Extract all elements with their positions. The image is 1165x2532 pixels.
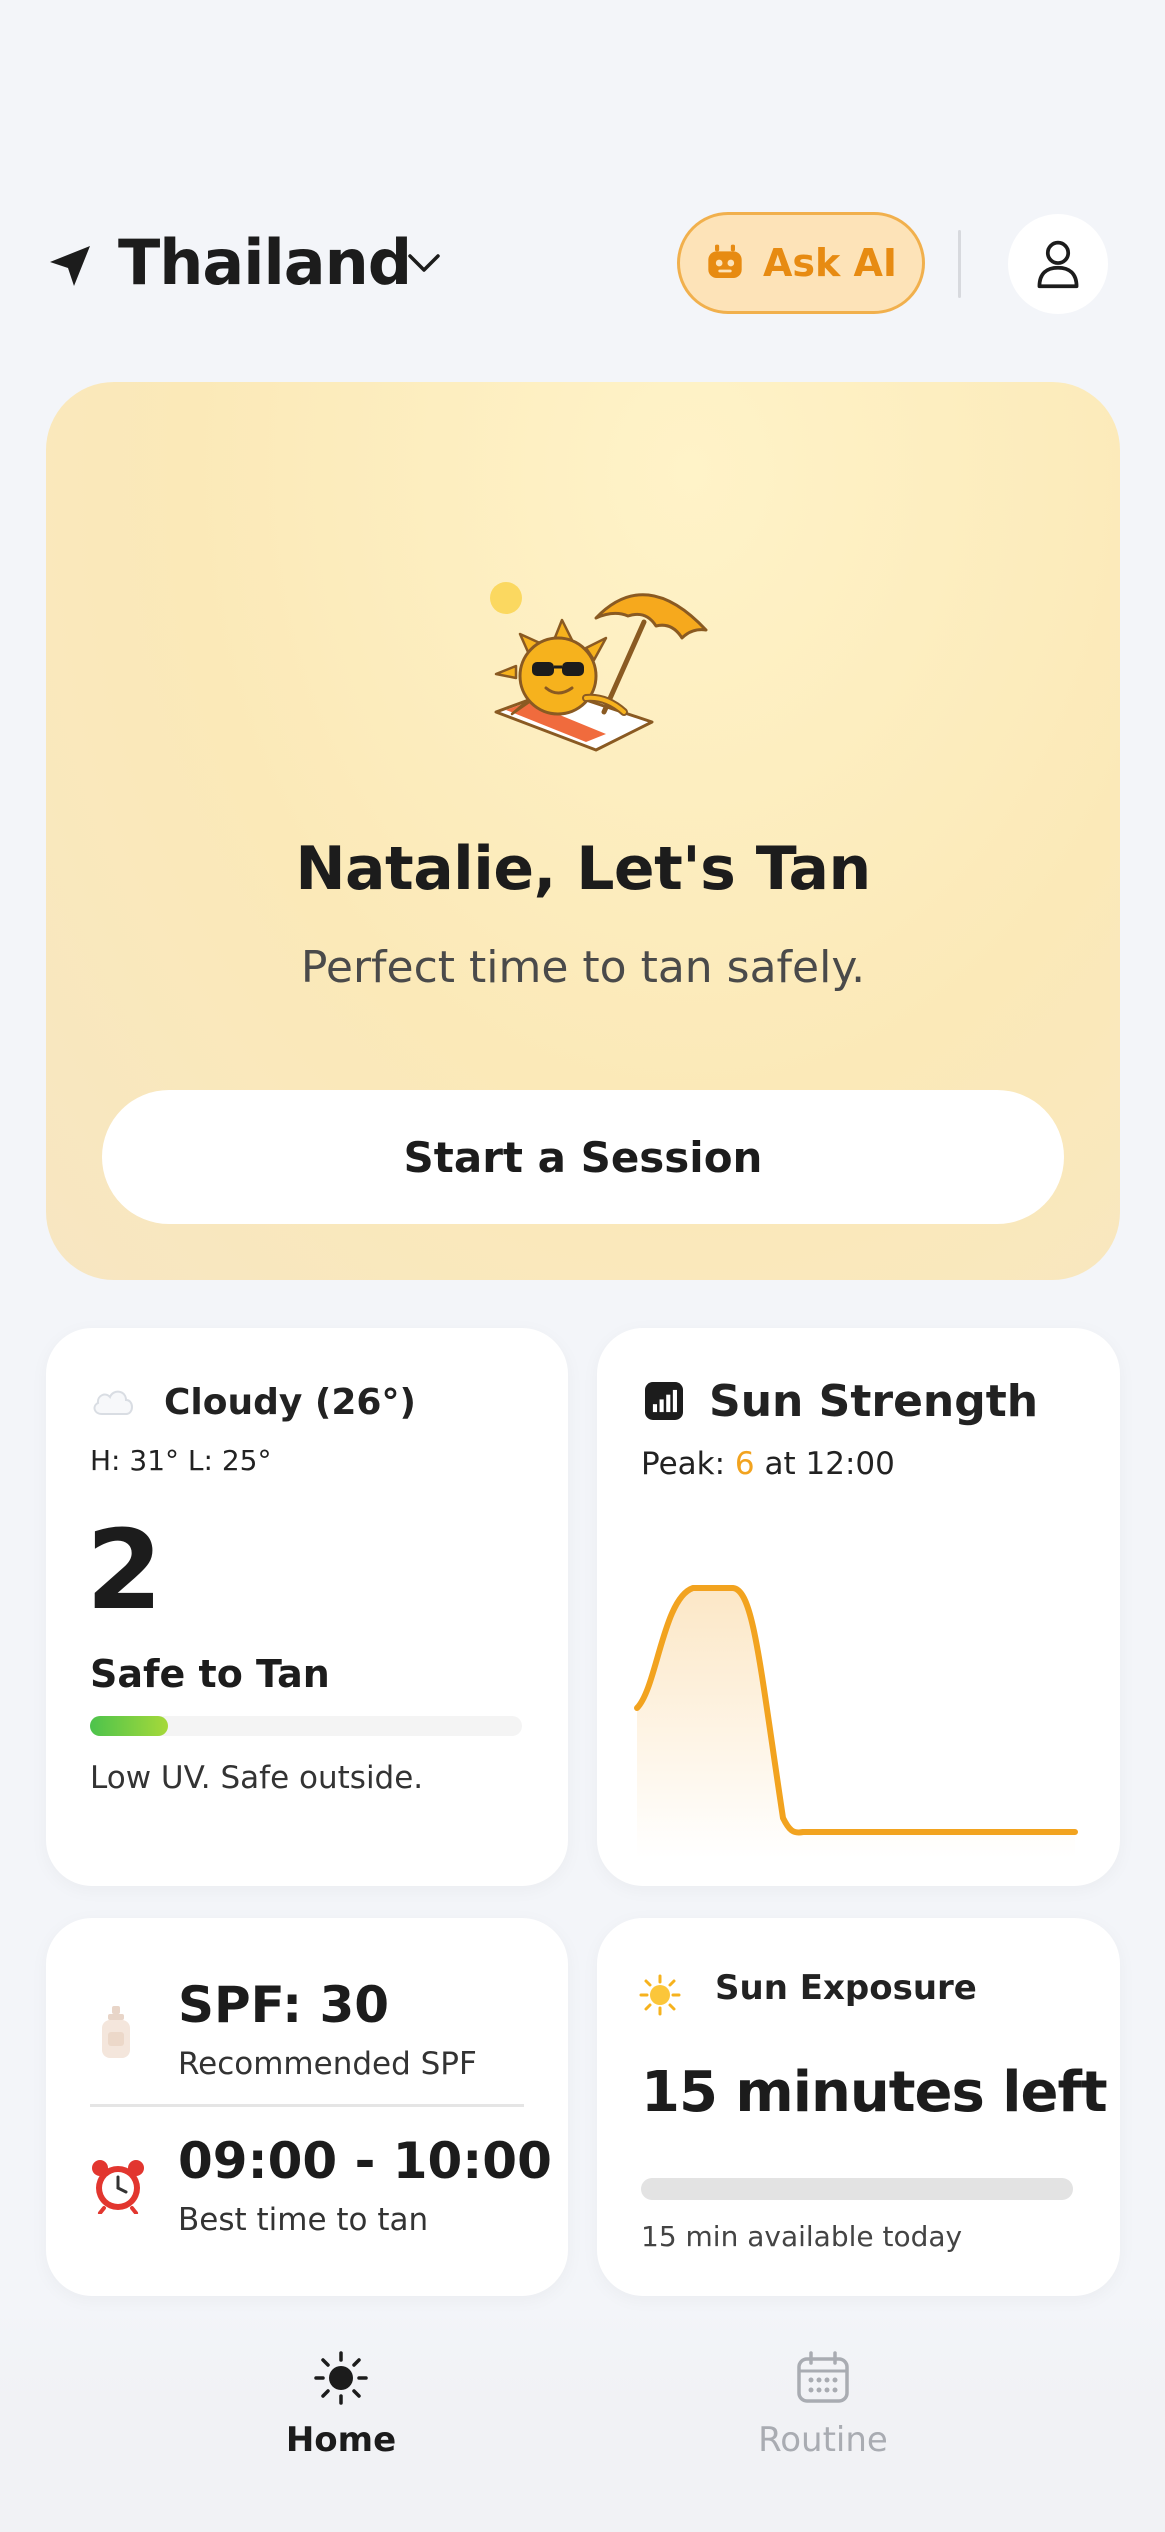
tan-safety-status: Safe to Tan <box>90 1652 330 1696</box>
hero-subtitle: Perfect time to tan safely. <box>300 942 866 993</box>
robot-icon <box>708 244 742 278</box>
tab-home[interactable]: Home <box>211 2346 471 2496</box>
exposure-progress-bar <box>641 2178 1073 2200</box>
hero-title: Natalie, Let's Tan <box>295 834 871 904</box>
uv-curve-chart <box>634 1585 1078 1858</box>
ask-ai-button[interactable]: Ask AI <box>677 212 925 314</box>
uv-level-fill <box>90 1716 168 1736</box>
best-time-value: 09:00 - 10:00 <box>178 2132 552 2190</box>
sun-tanning-illustration <box>490 582 708 752</box>
best-time-label: Best time to tan <box>178 2202 429 2238</box>
chevron-down-icon[interactable] <box>406 252 442 276</box>
calendar-icon <box>797 2351 849 2403</box>
uv-description: Low UV. Safe outside. <box>90 1760 424 1796</box>
weather-card[interactable]: Cloudy (26°) H: 31° L: 25° 2 Safe to Tan… <box>46 1328 568 1886</box>
sun-strength-title: Sun Strength <box>709 1376 1039 1427</box>
uv-curve-area <box>637 1588 1075 1858</box>
peak-suffix: at 12:00 <box>754 1446 895 1482</box>
spf-label: Recommended SPF <box>178 2046 477 2082</box>
high-low-temperature: H: 31° L: 25° <box>90 1444 272 1477</box>
alarm-clock-icon <box>92 2160 144 2214</box>
tab-home-label: Home <box>285 2420 397 2460</box>
location-selector[interactable]: Thailand <box>118 226 412 299</box>
location-arrow-icon[interactable] <box>46 242 94 290</box>
weather-condition: Cloudy (26°) <box>164 1382 416 1423</box>
sunscreen-bottle-icon <box>102 2006 130 2058</box>
header-divider <box>958 230 961 298</box>
peak-value: 6 <box>734 1446 755 1482</box>
spf-card[interactable]: SPF: 30 Recommended SPF 09:00 - 10:00 Be… <box>46 1918 568 2296</box>
cloud-icon <box>93 1390 133 1415</box>
tab-routine-label: Routine <box>758 2420 888 2460</box>
uv-level-bar <box>90 1716 522 1736</box>
sun-exposure-title: Sun Exposure <box>715 1968 977 2008</box>
sun-icon <box>314 2351 368 2405</box>
spf-value: SPF: 30 <box>178 1976 390 2034</box>
start-session-button[interactable]: Start a Session <box>102 1090 1064 1224</box>
signal-bars-icon <box>645 1382 683 1420</box>
exposure-time-left: 15 minutes left <box>641 2060 1108 2125</box>
sun-exposure-card[interactable]: Sun Exposure 15 minutes left 15 min avai… <box>597 1918 1120 2296</box>
tab-bar: Home Routine <box>0 2310 1165 2532</box>
peak-prefix: Peak: <box>641 1446 735 1482</box>
spf-divider <box>90 2104 524 2107</box>
sun-icon <box>639 1974 681 2016</box>
peak-uv-line: Peak: 6 at 12:00 <box>641 1446 895 1482</box>
exposure-available: 15 min available today <box>641 2220 963 2253</box>
ask-ai-label: Ask AI <box>762 241 898 285</box>
uv-index-value: 2 <box>86 1506 163 1634</box>
header: Thailand Ask AI <box>0 210 1165 320</box>
profile-button[interactable] <box>1008 214 1108 314</box>
hero-card: Natalie, Let's Tan Perfect time to tan s… <box>46 382 1120 1280</box>
user-icon <box>1037 240 1079 289</box>
tab-routine[interactable]: Routine <box>693 2346 953 2496</box>
sun-strength-card[interactable]: Sun Strength Peak: 6 at 12:00 <box>597 1328 1120 1886</box>
